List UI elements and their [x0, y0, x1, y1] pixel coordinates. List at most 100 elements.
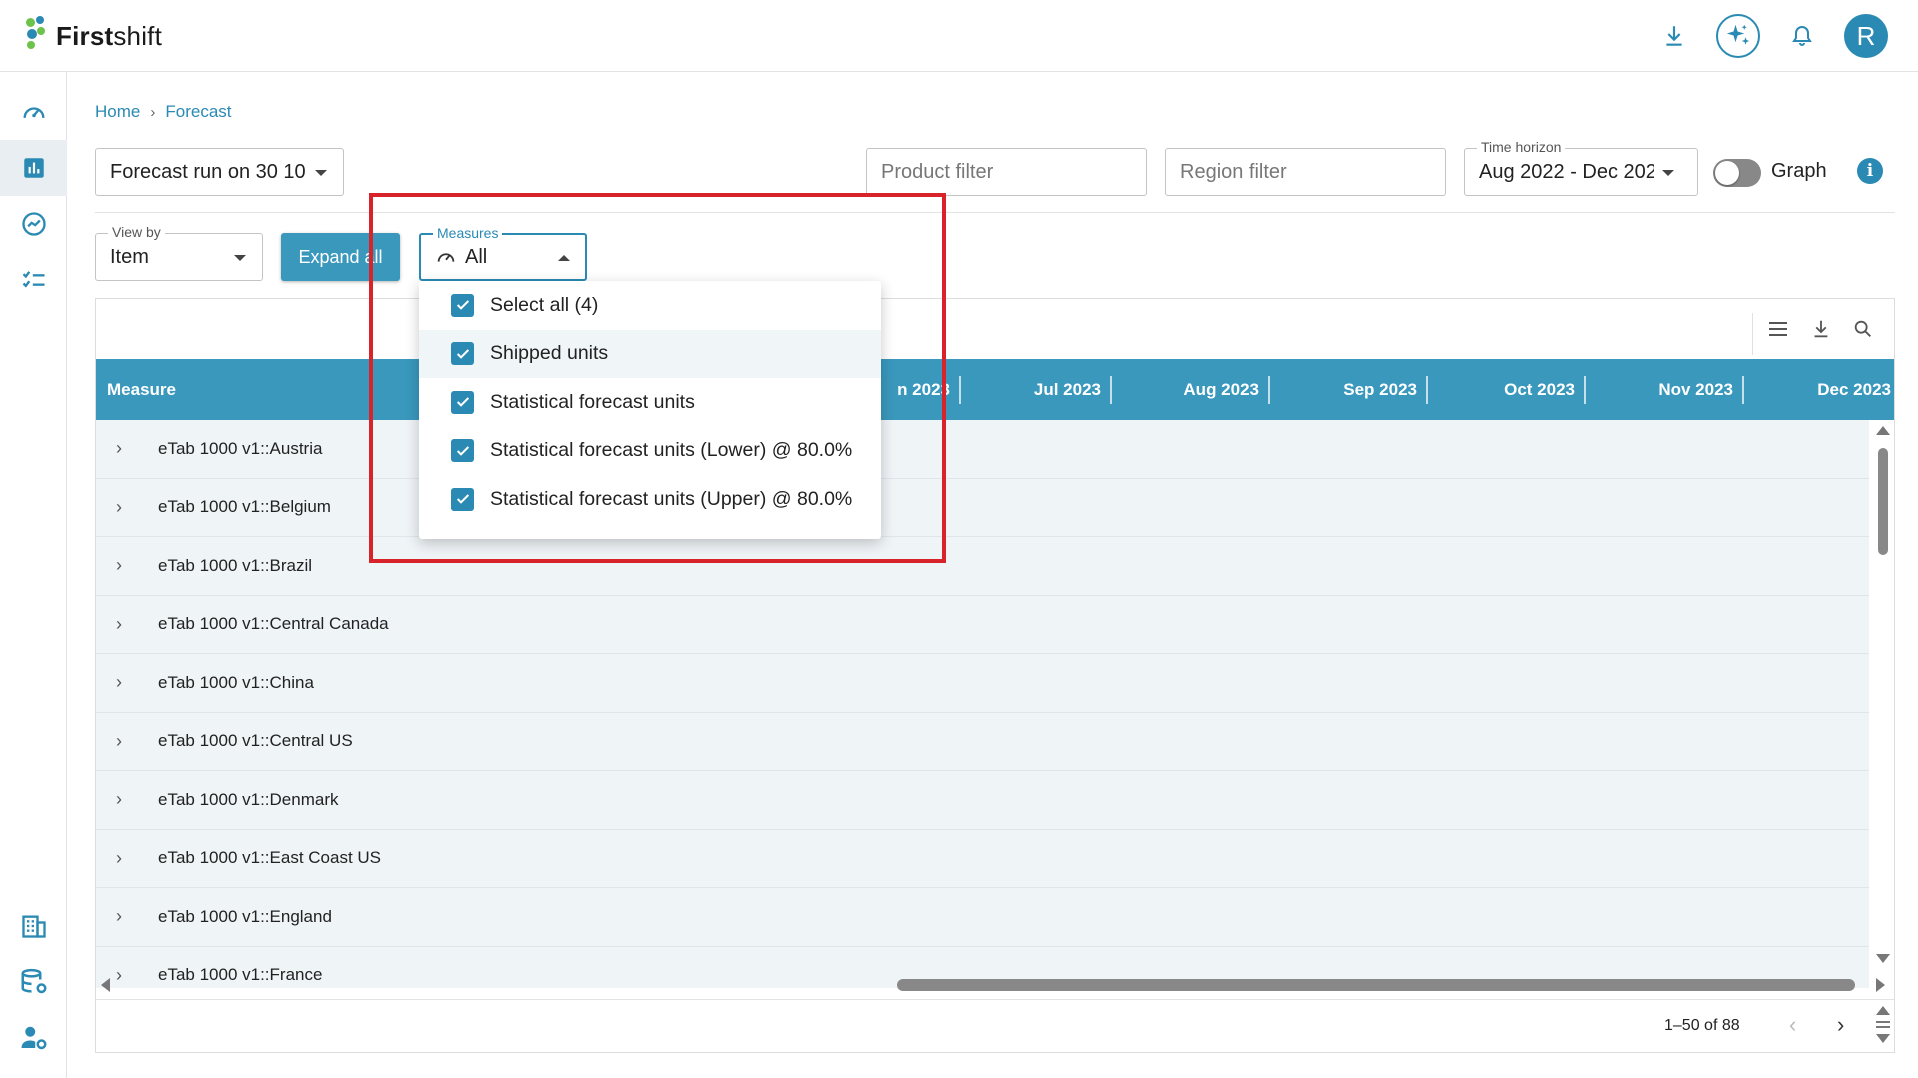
chevron-right-icon[interactable]: ›: [96, 906, 136, 927]
checklist-icon: [22, 271, 44, 288]
sidebar-item-user-settings[interactable]: [0, 1010, 67, 1066]
measures-value: All: [465, 245, 488, 268]
column-header-month[interactable]: Aug 2023: [1109, 359, 1267, 420]
chevron-right-icon[interactable]: ›: [96, 614, 136, 635]
table-row[interactable]: › eTab 1000 v1::Central US: [96, 712, 1869, 771]
trend-icon: [21, 212, 46, 236]
option-label: Statistical forecast units (Upper) @ 80.…: [490, 487, 853, 510]
table-body: › eTab 1000 v1::Austria › eTab 1000 v1::Bel…: [96, 420, 1869, 988]
checkbox-checked-icon[interactable]: [451, 439, 474, 463]
columns-icon[interactable]: [1766, 317, 1790, 341]
measure-option[interactable]: Statistical forecast units (Upper) @ 80.…: [419, 475, 881, 524]
row-label: eTab 1000 v1::Central US: [158, 731, 353, 751]
option-label: Statistical forecast units: [490, 390, 695, 413]
search-icon[interactable]: [1852, 318, 1874, 340]
row-label: eTab 1000 v1::Denmark: [158, 789, 339, 809]
checkbox-checked-icon[interactable]: [451, 342, 474, 366]
chevron-right-icon[interactable]: ›: [96, 731, 136, 752]
table-footer: 1–50 of 88 ‹ ›: [96, 999, 1894, 1053]
chevron-right-icon[interactable]: ›: [96, 672, 136, 693]
column-header-month[interactable]: Jul 2023: [951, 359, 1109, 420]
table-row[interactable]: › eTab 1000 v1::Central Canada: [96, 595, 1869, 654]
breadcrumb: Home › Forecast: [95, 102, 232, 122]
scroll-up-arrow[interactable]: [1876, 426, 1890, 435]
table-row[interactable]: › eTab 1000 v1::Belgium: [96, 478, 1869, 537]
scroll-down-arrow[interactable]: [1876, 954, 1890, 963]
avatar[interactable]: R: [1844, 14, 1888, 58]
scroll-up-arrow[interactable]: [1876, 1006, 1890, 1015]
scroll-down-arrow[interactable]: [1876, 1034, 1890, 1043]
column-header-measure[interactable]: Measure: [107, 359, 176, 420]
sidebar-item-data-settings[interactable]: [0, 954, 67, 1010]
sidebar-item-organization[interactable]: [0, 898, 67, 954]
product-filter-input[interactable]: Product filter: [866, 148, 1147, 196]
measures-select[interactable]: Measures All: [419, 225, 587, 281]
info-icon[interactable]: i: [1857, 158, 1883, 184]
horizontal-scrollbar-thumb[interactable]: [897, 979, 1855, 991]
checkbox-checked-icon[interactable]: [451, 487, 474, 511]
graph-toggle[interactable]: [1713, 159, 1761, 187]
sidebar-item-trends[interactable]: [0, 196, 67, 252]
forecast-run-select[interactable]: Forecast run on 30 10: [95, 148, 344, 196]
table-row[interactable]: › eTab 1000 v1::China: [96, 654, 1869, 713]
table-row[interactable]: › eTab 1000 v1::England: [96, 888, 1869, 947]
download-icon[interactable]: [1652, 14, 1696, 58]
select-all-option[interactable]: Select all (4): [419, 281, 881, 330]
chevron-right-icon[interactable]: ›: [96, 789, 136, 810]
scroll-right-arrow[interactable]: [1876, 978, 1885, 992]
divider: [95, 212, 1895, 213]
sidebar-item-dashboard[interactable]: [0, 84, 67, 140]
option-label: Shipped units: [490, 342, 609, 365]
app-root: Firstshift R Home › Forecast Forecast ru…: [0, 0, 1918, 1078]
column-header-month[interactable]: Dec 2023: [1741, 359, 1899, 420]
table-row[interactable]: › eTab 1000 v1::East Coast US: [96, 829, 1869, 888]
sidebar-item-forecast[interactable]: [0, 140, 67, 196]
measure-option[interactable]: Statistical forecast units: [419, 378, 881, 427]
checkbox-checked-icon[interactable]: [451, 390, 474, 414]
previous-page-button[interactable]: ‹: [1789, 1012, 1796, 1038]
next-page-button[interactable]: ›: [1837, 1012, 1844, 1038]
breadcrumb-home-link[interactable]: Home: [95, 102, 140, 122]
time-horizon-label: Time horizon: [1477, 139, 1566, 155]
column-header-month[interactable]: Sep 2023: [1267, 359, 1425, 420]
scroll-left-arrow[interactable]: [101, 978, 110, 992]
row-label: eTab 1000 v1::Austria: [158, 438, 323, 458]
view-by-select[interactable]: View by Item: [95, 224, 263, 281]
sidebar: [0, 72, 67, 1078]
column-header-month[interactable]: Oct 2023: [1425, 359, 1583, 420]
column-header-month[interactable]: Nov 2023: [1583, 359, 1741, 420]
chevron-down-icon: [315, 170, 327, 176]
logo-text: Firstshift: [56, 20, 163, 51]
region-filter-placeholder: Region filter: [1180, 160, 1287, 183]
chevron-right-icon[interactable]: ›: [96, 438, 136, 459]
chevron-right-icon[interactable]: ›: [96, 555, 136, 576]
measure-option[interactable]: Statistical forecast units (Lower) @ 80.…: [419, 427, 881, 476]
horizontal-scrollbar[interactable]: [96, 971, 1894, 999]
row-label: eTab 1000 v1::England: [158, 906, 332, 926]
row-label: eTab 1000 v1::Belgium: [158, 497, 331, 517]
time-horizon-select[interactable]: Time horizon Aug 2022 - Dec 202: [1464, 139, 1698, 196]
ai-sparkle-icon[interactable]: [1716, 14, 1760, 58]
checkbox-checked-icon[interactable]: [451, 293, 474, 317]
view-by-value: Item: [110, 245, 149, 268]
dashboard-icon: [23, 107, 44, 118]
row-label: eTab 1000 v1::Brazil: [158, 555, 313, 575]
table-row[interactable]: › eTab 1000 v1::Denmark: [96, 771, 1869, 830]
expand-all-button[interactable]: Expand all: [281, 233, 400, 281]
chevron-up-icon: [558, 255, 570, 261]
chevron-right-icon[interactable]: ›: [96, 848, 136, 869]
table-row[interactable]: › eTab 1000 v1::Brazil: [96, 537, 1869, 596]
logo[interactable]: Firstshift: [24, 16, 162, 56]
bell-icon[interactable]: [1780, 14, 1824, 58]
measure-option[interactable]: Shipped units: [419, 329, 881, 378]
chevron-right-icon[interactable]: ›: [96, 497, 136, 518]
page-scroll-control[interactable]: [1876, 1006, 1890, 1043]
region-filter-input[interactable]: Region filter: [1165, 148, 1446, 196]
breadcrumb-current[interactable]: Forecast: [165, 102, 231, 122]
sidebar-item-tasks[interactable]: [0, 252, 67, 308]
user-settings-icon: [21, 1026, 46, 1050]
table-row[interactable]: › eTab 1000 v1::Austria: [96, 420, 1869, 479]
download-icon[interactable]: [1810, 318, 1832, 340]
vertical-scrollbar[interactable]: [1871, 420, 1894, 980]
scrollbar-thumb[interactable]: [1878, 448, 1888, 555]
